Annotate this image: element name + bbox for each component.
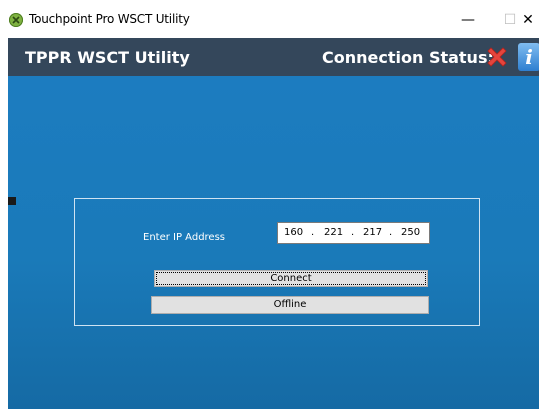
app-title: TPPR WSCT Utility (25, 48, 190, 67)
ip-octet-3[interactable]: 217 (363, 227, 382, 238)
connection-panel: Enter IP Address 160 . 221 . 217 . 250 C… (74, 198, 480, 326)
close-button[interactable]: ✕ (505, 6, 539, 34)
info-icon[interactable]: i (518, 43, 539, 71)
ip-octet-1[interactable]: 160 (284, 227, 303, 238)
window-titlebar: Touchpoint Pro WSCT Utility — ☐ ✕ (0, 0, 539, 38)
connect-button[interactable]: Connect (154, 270, 428, 287)
ip-octet-2[interactable]: 221 (324, 227, 343, 238)
connection-status-label: Connection Status: (322, 48, 494, 67)
ip-address-field[interactable]: 160 . 221 . 217 . 250 (277, 222, 430, 244)
left-edge-marker (8, 197, 16, 205)
ip-octet-4[interactable]: 250 (401, 227, 420, 238)
minimize-button[interactable]: — (445, 6, 491, 34)
ip-separator: . (389, 227, 393, 238)
ip-separator: . (351, 227, 355, 238)
red-x-icon (487, 47, 507, 67)
app-icon (9, 13, 23, 27)
window-title: Touchpoint Pro WSCT Utility (29, 12, 190, 26)
ip-address-label: Enter IP Address (143, 232, 226, 243)
app-header: TPPR WSCT Utility Connection Status: i (8, 38, 539, 76)
ip-separator: . (311, 227, 315, 238)
main-area: Enter IP Address 160 . 221 . 217 . 250 C… (8, 76, 539, 409)
offline-button[interactable]: Offline (151, 296, 429, 314)
